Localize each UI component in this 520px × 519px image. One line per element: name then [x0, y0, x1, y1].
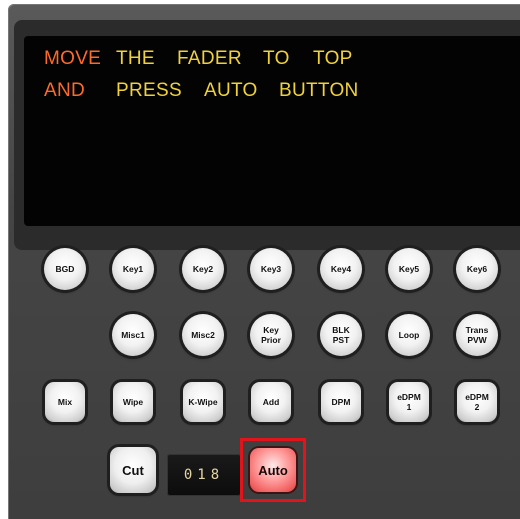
message-word: AND: [44, 80, 86, 101]
loop-button[interactable]: Loop: [388, 314, 430, 356]
k-wipe-button[interactable]: K-Wipe: [183, 382, 223, 422]
message-word: PRESS: [116, 80, 182, 101]
edpm2-label: eDPM 2: [465, 392, 489, 412]
message-word: TO: [263, 48, 290, 69]
key6-button[interactable]: Key6: [456, 248, 498, 290]
key-prior-button[interactable]: Key Prior: [250, 314, 292, 356]
message-word: TOP: [313, 48, 353, 69]
message-word: MOVE: [44, 48, 102, 69]
message-word: BUTTON: [279, 80, 359, 101]
cut-button[interactable]: Cut: [110, 447, 156, 493]
key4-button[interactable]: Key4: [320, 248, 362, 290]
bgd-button[interactable]: BGD: [44, 248, 86, 290]
trans-pvw-label: Trans PVW: [465, 325, 489, 345]
key5-button[interactable]: Key5: [388, 248, 430, 290]
blk-pst-label: BLK PST: [332, 325, 350, 345]
dpm-button[interactable]: DPM: [321, 382, 361, 422]
trans-pvw-button[interactable]: Trans PVW: [456, 314, 498, 356]
key-prior-label: Key Prior: [261, 325, 281, 345]
auto-button[interactable]: Auto: [250, 448, 296, 492]
key2-button[interactable]: Key2: [182, 248, 224, 290]
misc1-button[interactable]: Misc1: [112, 314, 154, 356]
key3-button[interactable]: Key3: [250, 248, 292, 290]
blk-pst-button[interactable]: BLK PST: [320, 314, 362, 356]
key1-button[interactable]: Key1: [112, 248, 154, 290]
message-word: THE: [116, 48, 155, 69]
edpm2-button[interactable]: eDPM 2: [457, 382, 497, 422]
edpm1-label: eDPM 1: [397, 392, 421, 412]
mix-button[interactable]: Mix: [45, 382, 85, 422]
edpm1-button[interactable]: eDPM 1: [389, 382, 429, 422]
message-word: AUTO: [204, 80, 258, 101]
add-button[interactable]: Add: [251, 382, 291, 422]
transition-rate-display: 018: [167, 454, 241, 496]
misc2-button[interactable]: Misc2: [182, 314, 224, 356]
wipe-button[interactable]: Wipe: [113, 382, 153, 422]
message-word: FADER: [177, 48, 242, 69]
